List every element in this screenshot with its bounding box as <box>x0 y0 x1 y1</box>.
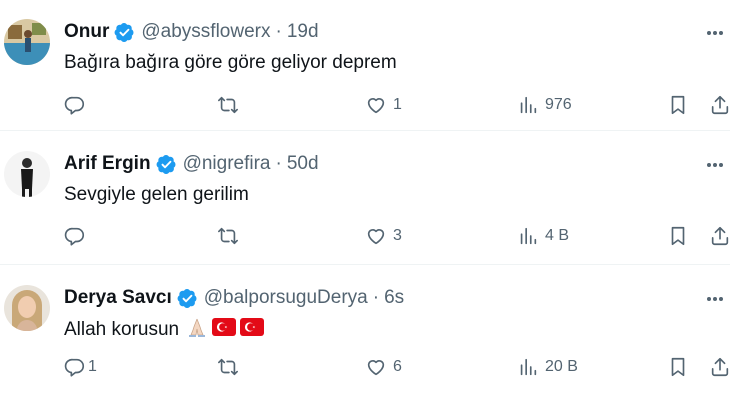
separator-dot: · <box>372 287 380 308</box>
views-button[interactable]: 20 B <box>517 355 578 379</box>
bookmark-button[interactable] <box>667 93 689 117</box>
author-handle[interactable]: @nigrefira <box>183 153 271 175</box>
retweet-button[interactable] <box>217 93 239 117</box>
analytics-icon <box>520 96 537 114</box>
reply-icon <box>64 96 85 115</box>
like-button[interactable]: 1 <box>365 93 402 117</box>
views-button[interactable]: 976 <box>517 93 572 117</box>
tweet-age[interactable]: 6s <box>384 287 404 309</box>
profile-photo-person-standing-icon <box>4 151 50 197</box>
heart-icon <box>367 360 385 376</box>
retweet-icon <box>218 358 238 376</box>
verified-badge-icon <box>177 288 197 308</box>
reply-icon <box>64 358 85 377</box>
tweet-age[interactable]: 50d <box>287 153 319 175</box>
reply-button[interactable] <box>64 224 92 248</box>
retweet-button[interactable] <box>217 224 239 248</box>
tweet-age[interactable]: 19d <box>287 21 319 43</box>
retweet-icon <box>218 96 238 114</box>
bookmark-button[interactable] <box>667 355 689 379</box>
reply-button[interactable] <box>64 93 92 117</box>
heart-icon <box>367 98 385 114</box>
author-handle[interactable]: @balporsuguDerya <box>204 287 368 309</box>
author-name[interactable]: Derya Savcı <box>64 287 172 309</box>
tweet[interactable]: Arif Ergin @nigrefira · 50d Sevgiyle gel… <box>0 131 730 265</box>
praying-hands-emoji-icon <box>186 316 208 344</box>
tweet-text-row: Allah korusun <box>64 316 265 344</box>
share-icon <box>711 226 729 246</box>
retweet-icon <box>218 227 238 245</box>
reply-button[interactable]: 1 <box>64 355 97 379</box>
reply-count: 1 <box>88 358 97 375</box>
share-button[interactable] <box>709 93 730 117</box>
bookmark-button[interactable] <box>667 224 689 248</box>
separator-dot: · <box>275 153 282 174</box>
reply-icon <box>64 227 85 246</box>
author-handle[interactable]: @abyssflowerx <box>141 21 270 43</box>
tweet[interactable]: Derya Savcı @balporsuguDerya · 6s Allah … <box>0 265 730 420</box>
more-options-icon[interactable] <box>700 155 730 175</box>
turkey-flag-emoji-icon <box>240 318 265 342</box>
avatar[interactable] <box>4 19 50 65</box>
bookmark-icon <box>671 357 685 377</box>
separator-dot: · <box>275 21 282 42</box>
like-count: 6 <box>393 358 402 375</box>
profile-photo-woman-icon <box>4 285 50 331</box>
heart-icon <box>367 229 385 245</box>
tweet-header: Arif Ergin @nigrefira · 50d <box>64 152 319 176</box>
tweet-actions: 3 4 B <box>64 224 730 248</box>
view-count: 4 B <box>545 227 570 244</box>
tweet-actions: 1 6 20 B <box>64 355 730 379</box>
more-options-icon[interactable] <box>700 23 730 43</box>
turkey-flag-emoji-icon <box>212 318 237 342</box>
tweet-text: Allah korusun <box>64 319 180 340</box>
more-options-icon[interactable] <box>700 289 730 309</box>
author-name[interactable]: Onur <box>64 21 109 43</box>
view-count: 20 B <box>545 358 578 375</box>
bookmark-icon <box>671 226 685 246</box>
like-button[interactable]: 3 <box>365 224 402 248</box>
analytics-icon <box>520 227 537 245</box>
view-count: 976 <box>545 96 572 113</box>
tweet-actions: 1 976 <box>64 93 730 117</box>
tweet-header: Onur @abyssflowerx · 19d <box>64 20 319 44</box>
author-name[interactable]: Arif Ergin <box>64 153 151 175</box>
share-icon <box>711 357 729 377</box>
verified-badge-icon <box>156 154 176 174</box>
bookmark-icon <box>671 95 685 115</box>
share-icon <box>711 95 729 115</box>
tweet[interactable]: Onur @abyssflowerx · 19d Bağıra bağıra g… <box>0 0 730 131</box>
tweet-text: Sevgiyle gelen gerilim <box>64 184 249 205</box>
like-count: 3 <box>393 227 402 244</box>
tweet-header: Derya Savcı @balporsuguDerya · 6s <box>64 286 404 310</box>
profile-photo-pool-icon <box>4 19 50 65</box>
like-button[interactable]: 6 <box>365 355 402 379</box>
analytics-icon <box>520 358 537 376</box>
views-button[interactable]: 4 B <box>517 224 569 248</box>
like-count: 1 <box>393 96 402 113</box>
avatar[interactable] <box>4 151 50 197</box>
share-button[interactable] <box>709 224 730 248</box>
verified-badge-icon <box>114 22 134 42</box>
avatar[interactable] <box>4 285 50 331</box>
share-button[interactable] <box>709 355 730 379</box>
tweet-text: Bağıra bağıra göre göre geliyor deprem <box>64 52 397 73</box>
retweet-button[interactable] <box>217 355 239 379</box>
